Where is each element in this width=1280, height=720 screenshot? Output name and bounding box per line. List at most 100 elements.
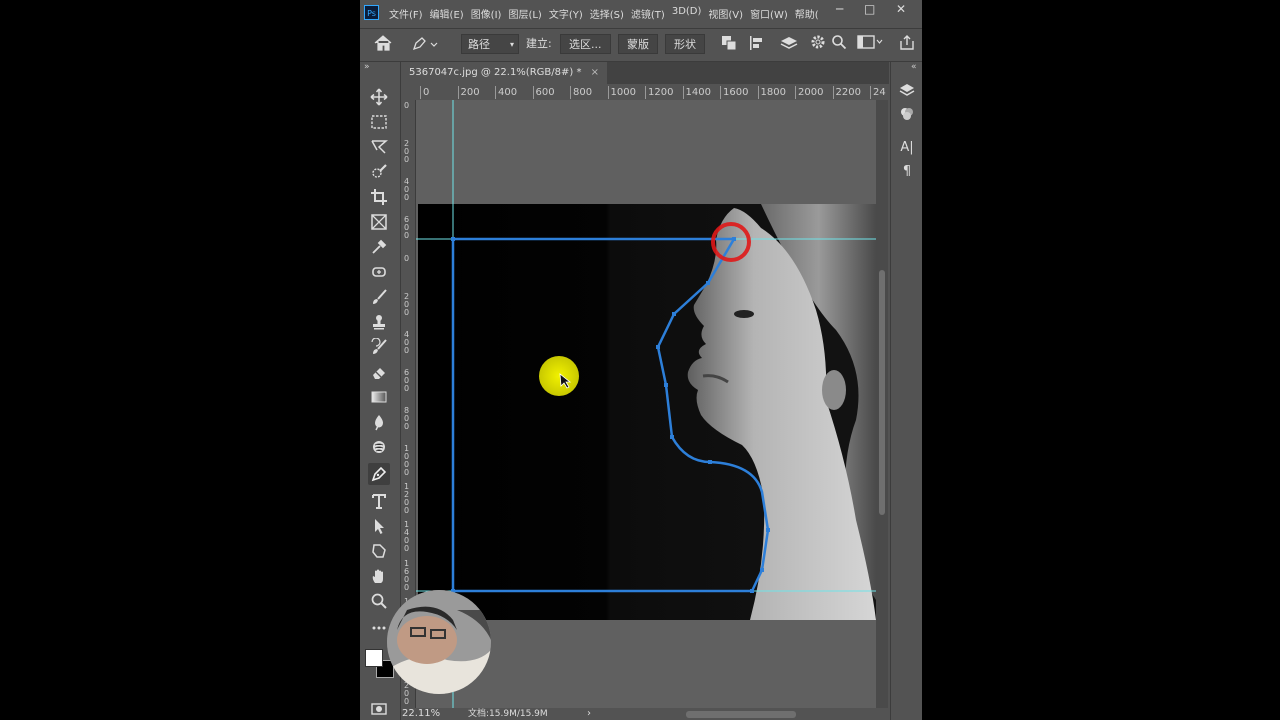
status-bar: 22.11% 文档:15.9M/15.9M › [401, 708, 890, 720]
ruler-tick-label: 1800 [757, 86, 786, 99]
path-mode-value: 路径 [468, 38, 490, 51]
lasso-tool-icon[interactable] [368, 136, 390, 158]
pen-tool-icon[interactable] [368, 463, 390, 485]
menu-select[interactable]: 选择(S) [590, 6, 624, 21]
type-tool-icon[interactable] [368, 490, 390, 512]
horizontal-scrollbar-thumb[interactable] [686, 711, 796, 718]
ruler-tick-label: 0 [404, 253, 410, 263]
ruler-tick-label: 1 6 0 0 [404, 558, 410, 592]
search-icon[interactable] [831, 34, 847, 54]
menu-bar: Ps 文件(F) 编辑(E) 图像(I) 图层(L) 文字(Y) 选择(S) 滤… [360, 0, 922, 26]
menu-file[interactable]: 文件(F) [389, 6, 423, 21]
path-arrangement-icon[interactable] [778, 34, 800, 54]
eyedropper-icon[interactable] [368, 236, 390, 258]
collapse-icon[interactable]: » [364, 62, 370, 72]
mask-button[interactable]: 蒙版 [618, 34, 658, 54]
ear-shape [822, 370, 846, 410]
gradient-tool-icon[interactable] [368, 386, 390, 408]
history-brush-icon[interactable] [368, 336, 390, 358]
menu-window[interactable]: 窗口(W) [750, 6, 788, 21]
menu-view[interactable]: 视图(V) [708, 6, 743, 21]
clone-stamp-icon[interactable] [368, 311, 390, 333]
ruler-tick-label: 1000 [607, 86, 636, 99]
ruler-tick-label: 1 2 0 0 [404, 482, 410, 516]
horizontal-ruler[interactable]: 0 200 400 600 800 1000 1200 1400 1600 1800 2000 220… [415, 86, 886, 101]
layers-icon[interactable] [899, 82, 915, 98]
ruler-tick-label: 1400 [682, 86, 711, 99]
ruler-tick-label: 400 [495, 86, 517, 99]
frame-tool-icon[interactable] [368, 211, 390, 233]
crop-tool-icon[interactable] [368, 186, 390, 208]
make-label: 建立: [526, 37, 552, 50]
expand-icon[interactable]: « [911, 62, 917, 72]
move-tool-icon[interactable] [368, 86, 390, 108]
eraser-icon[interactable] [368, 361, 390, 383]
close-button[interactable]: ✕ [896, 2, 906, 16]
shape-button[interactable]: 形状 [665, 34, 705, 54]
status-menu-arrow[interactable]: › [587, 708, 591, 720]
ruler-tick-label: 4 0 0 [404, 329, 410, 355]
hand-tool-icon[interactable] [368, 565, 390, 587]
ruler-tick-label: 0 [420, 86, 429, 99]
menu-edit[interactable]: 编辑(E) [430, 6, 464, 21]
close-tab-icon[interactable]: × [591, 67, 599, 78]
chevron-down-icon: ▾ [509, 40, 514, 49]
vertical-scrollbar-thumb[interactable] [879, 270, 885, 515]
maximize-button[interactable]: □ [864, 2, 875, 16]
ruler-corner[interactable] [401, 86, 415, 100]
share-icon[interactable] [898, 34, 916, 54]
menu-items: 文件(F) 编辑(E) 图像(I) 图层(L) 文字(Y) 选择(S) 滤镜(T… [389, 6, 826, 21]
character-panel-icon[interactable]: A| [899, 140, 915, 156]
dodge-tool-icon[interactable] [368, 436, 390, 458]
zoom-tool-icon[interactable] [368, 590, 390, 612]
path-alignment-icon[interactable] [748, 34, 766, 54]
ruler-tick-label: 8 0 0 [404, 406, 410, 431]
minimize-button[interactable]: ─ [836, 2, 843, 16]
webcam-overlay [387, 590, 491, 694]
ruler-tick-label: 200 [457, 86, 480, 99]
ruler-tick-label: 2 0 0 [404, 139, 410, 165]
marquee-tool-icon[interactable] [368, 111, 390, 133]
ruler-tick-label: 1600 [720, 86, 748, 99]
ruler-tick-label: 800 [570, 86, 592, 99]
paragraph-panel-icon[interactable]: ¶ [899, 164, 915, 180]
menu-layer[interactable]: 图层(L) [508, 6, 541, 21]
menu-image[interactable]: 图像(I) [471, 6, 502, 21]
channels-icon[interactable] [899, 106, 915, 122]
ruler-tick-label: 6 0 0 [404, 367, 410, 393]
zoom-level[interactable]: 22.11% [402, 708, 440, 720]
document-size[interactable]: 文档:15.9M/15.9M [468, 708, 548, 720]
right-panel-dock: « A| ¶ [890, 62, 922, 720]
ruler-tick-label: 1200 [645, 86, 673, 99]
ruler-tick-label: 6 0 0 [404, 215, 410, 241]
quick-mask-icon[interactable] [368, 698, 390, 720]
selection-button[interactable]: 选区... [560, 34, 611, 54]
cursor-highlight [539, 356, 579, 396]
pen-preset-icon[interactable] [410, 34, 440, 54]
ruler-tick-label: 2 0 0 [404, 291, 410, 317]
ruler-tick-label: 1 4 0 0 [404, 520, 410, 554]
menu-type[interactable]: 文字(Y) [549, 6, 583, 21]
home-icon[interactable] [372, 33, 394, 53]
shape-tool-icon[interactable] [368, 540, 390, 562]
quick-selection-icon[interactable] [368, 161, 390, 183]
path-mode-select[interactable]: 路径 ▾ [461, 34, 519, 54]
healing-brush-icon[interactable] [368, 261, 390, 283]
brush-tool-icon[interactable] [368, 286, 390, 308]
workspace-icon[interactable] [857, 34, 883, 54]
menu-filter[interactable]: 滤镜(T) [631, 6, 665, 21]
path-operations-icon[interactable] [720, 34, 738, 54]
ruler-tick-label: 24 [870, 86, 886, 99]
menu-3d[interactable]: 3D(D) [672, 6, 702, 21]
ruler-tick-label: 600 [532, 86, 555, 99]
eye-shape [734, 310, 754, 318]
foreground-color-swatch[interactable] [365, 649, 383, 667]
menu-help[interactable]: 帮助( [795, 6, 819, 21]
options-bar: 路径 ▾ 建立: 选区... 蒙版 形状 [360, 28, 922, 62]
path-selection-icon[interactable] [368, 515, 390, 537]
blur-tool-icon[interactable] [368, 411, 390, 433]
ruler-tick-label: 0 [404, 101, 410, 110]
gear-icon[interactable] [810, 34, 826, 54]
vertical-scrollbar[interactable] [876, 100, 888, 710]
document-tab[interactable]: 5367047c.jpg @ 22.1%(RGB/8#) * × [401, 62, 608, 84]
